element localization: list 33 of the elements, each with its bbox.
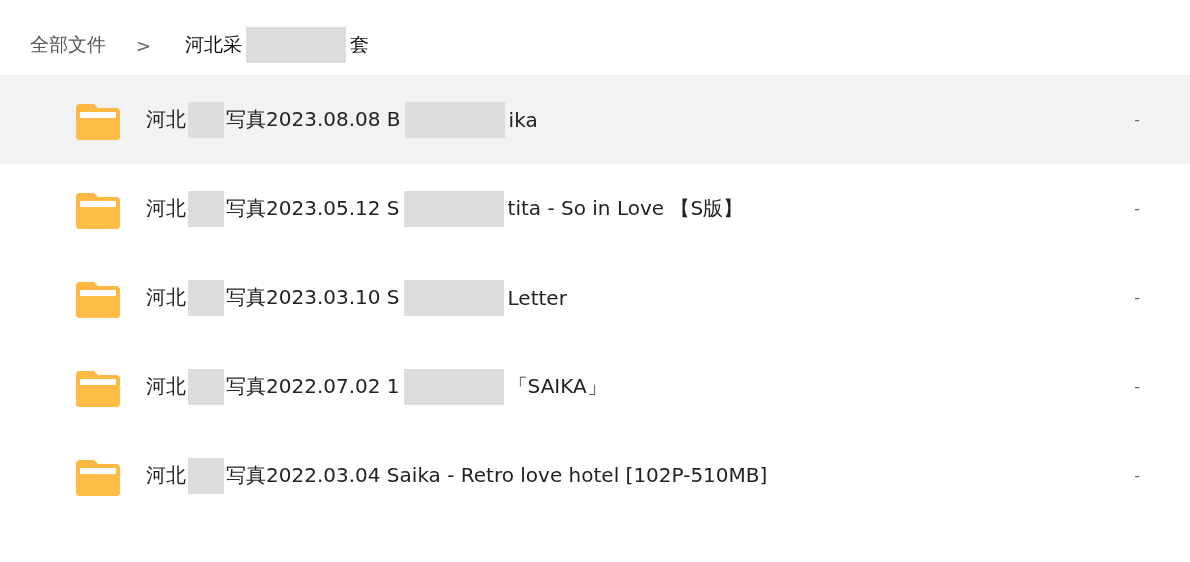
file-name: 河北 [146, 462, 186, 489]
file-row[interactable]: 河北 写真2023.08.08 B ika - [0, 75, 1190, 164]
file-name: 写真2022.07.02 1 [226, 373, 400, 400]
file-name: 河北 [146, 284, 186, 311]
file-size: - [1134, 199, 1140, 218]
file-name: 河北 [146, 106, 186, 133]
file-row[interactable]: 河北 写真2023.05.12 S tita - So in Love 【S版】 - [0, 164, 1190, 253]
file-size: - [1134, 110, 1140, 129]
file-name: 河北 [146, 373, 186, 400]
breadcrumb-current: 河北采 [185, 32, 243, 57]
redaction-block [188, 368, 224, 405]
breadcrumb-link[interactable]: 全部文件 [30, 32, 106, 58]
redaction-block [188, 457, 224, 494]
file-size: - [1134, 466, 1140, 485]
redaction-block [188, 101, 224, 138]
breadcrumb-current: 套 [350, 32, 370, 57]
file-size: - [1134, 288, 1140, 307]
file-name: 写真2023.08.08 B [226, 106, 401, 133]
redaction-block [188, 279, 224, 316]
file-name: 写真2023.05.12 S [226, 195, 400, 222]
file-name: ika [508, 107, 538, 132]
file-row[interactable]: 河北 写真2022.07.02 1 「SAIKA」 - [0, 342, 1190, 431]
chevron-icon: > [136, 34, 152, 56]
file-name: 河北 [146, 195, 186, 222]
file-name: 写真2022.03.04 Saika - Retro love hotel [102P-510MB] [226, 462, 768, 489]
file-name: 「SAIKA」 [507, 373, 607, 400]
file-row[interactable]: 河北 写真2023.03.10 S Letter - [0, 253, 1190, 342]
file-name: Letter [507, 285, 567, 310]
file-name: tita - So in Love 【S版】 [507, 195, 744, 222]
file-size: - [1134, 377, 1140, 396]
file-row[interactable]: 河北 写真2022.03.04 Saika - Retro love hotel [102P-510MB] - [0, 431, 1190, 520]
file-name: 写真2023.03.10 S [226, 284, 400, 311]
redaction-block [188, 190, 224, 227]
